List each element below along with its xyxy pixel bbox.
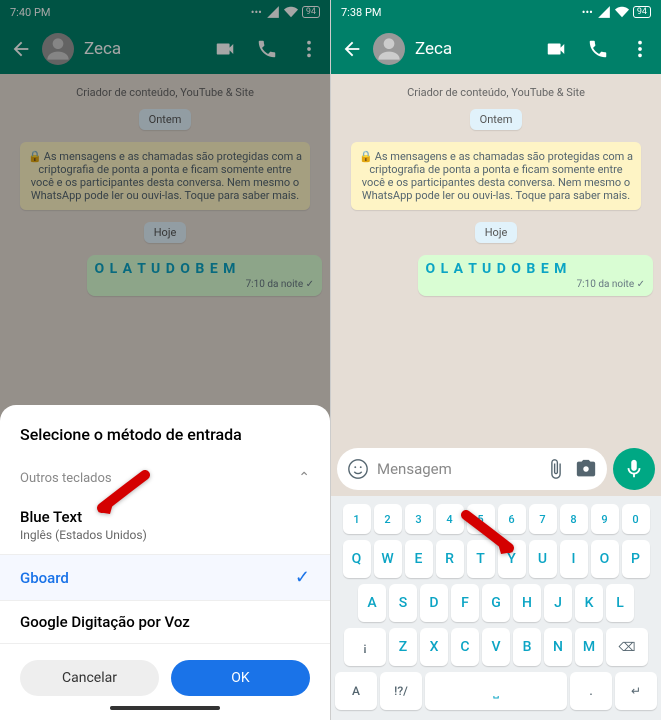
red-arrow-annotation <box>90 470 150 524</box>
sheet-title: Selecione o método de entrada <box>0 425 330 460</box>
keyboard-option-gboard[interactable]: Gboard ✓ <box>0 555 330 601</box>
message-outgoing[interactable]: O L A T U D O B E M 7:10 da noite ✓ <box>418 255 654 296</box>
emoji-icon[interactable] <box>347 458 369 480</box>
key-q[interactable]: Q <box>343 540 371 578</box>
menu-icon[interactable] <box>629 38 651 60</box>
key-l[interactable]: L <box>606 584 634 622</box>
message-time: 7:10 da noite ✓ <box>426 279 646 290</box>
key-p[interactable]: P <box>622 540 650 578</box>
key-space[interactable]: ⎵ <box>425 672 567 710</box>
check-icon: ✓ <box>295 567 310 588</box>
key-9[interactable]: 9 <box>591 504 619 534</box>
key-g[interactable]: G <box>482 584 510 622</box>
statusbar: 7:38 PM ••• 94 <box>331 0 661 24</box>
key-j[interactable]: J <box>544 584 572 622</box>
key-shift[interactable]: ¡ <box>344 628 386 666</box>
key-b[interactable]: B <box>513 628 541 666</box>
message-input[interactable]: Mensagem <box>337 448 607 490</box>
attach-icon[interactable] <box>545 458 567 480</box>
key-m[interactable]: M <box>575 628 603 666</box>
key-o[interactable]: O <box>591 540 619 578</box>
video-call-icon[interactable] <box>545 38 567 60</box>
encryption-notice[interactable]: 🔒As mensagens e as chamadas são protegid… <box>351 142 641 210</box>
key-1[interactable]: 1 <box>343 504 371 534</box>
back-icon[interactable] <box>341 38 363 60</box>
camera-icon[interactable] <box>575 458 597 480</box>
contact-subtitle: Criador de conteúdo, YouTube & Site <box>339 86 653 99</box>
chat-header: Zeca <box>331 24 661 74</box>
sheet-section-header[interactable]: Outros teclados ⌃ <box>0 460 330 496</box>
date-pill: Hoje <box>475 222 518 243</box>
key-v[interactable]: V <box>482 628 510 666</box>
key-z[interactable]: Z <box>389 628 417 666</box>
red-arrow-annotation <box>461 510 521 564</box>
key-i[interactable]: I <box>560 540 588 578</box>
key-x[interactable]: X <box>420 628 448 666</box>
phone-left: 7:40 PM ••• 94 Zeca Criador de conteúdo,… <box>0 0 330 720</box>
key-backspace[interactable]: ⌫ <box>606 628 648 666</box>
contact-name[interactable]: Zeca <box>415 39 535 59</box>
ok-button[interactable]: OK <box>171 660 310 696</box>
key-d[interactable]: D <box>420 584 448 622</box>
key-0[interactable]: 0 <box>622 504 650 534</box>
chat-area: Criador de conteúdo, YouTube & Site Onte… <box>331 74 661 442</box>
voice-call-icon[interactable] <box>587 38 609 60</box>
key-enter[interactable]: ↵ <box>615 672 657 710</box>
home-indicator <box>110 706 220 710</box>
cancel-button[interactable]: Cancelar <box>20 660 159 696</box>
message-input-bar: Mensagem <box>331 442 661 496</box>
key-e[interactable]: E <box>405 540 433 578</box>
placeholder: Mensagem <box>377 460 537 478</box>
status-time: 7:38 PM <box>341 6 381 19</box>
key-3[interactable]: 3 <box>405 504 433 534</box>
keyboard-option-voice[interactable]: Google Digitação por Voz <box>0 601 330 644</box>
key-w[interactable]: W <box>374 540 402 578</box>
key-2[interactable]: 2 <box>374 504 402 534</box>
phone-right: 7:38 PM ••• 94 Zeca Criador de conteúdo,… <box>331 0 661 720</box>
key-f[interactable]: F <box>451 584 479 622</box>
key-r[interactable]: R <box>436 540 464 578</box>
key-period[interactable]: . <box>570 672 612 710</box>
key-symbols[interactable]: !?/ <box>380 672 422 710</box>
message-text: O L A T U D O B E M <box>426 261 646 277</box>
key-s[interactable]: S <box>389 584 417 622</box>
key-n[interactable]: N <box>544 628 572 666</box>
status-icons: ••• 94 <box>582 5 651 19</box>
key-k[interactable]: K <box>575 584 603 622</box>
key-c[interactable]: C <box>451 628 479 666</box>
chevron-up-icon: ⌃ <box>298 470 310 486</box>
key-8[interactable]: 8 <box>560 504 588 534</box>
key-a[interactable]: A <box>358 584 386 622</box>
key-u[interactable]: U <box>529 540 557 578</box>
avatar[interactable] <box>373 33 405 65</box>
input-method-sheet: Selecione o método de entrada Outros tec… <box>0 405 330 720</box>
date-pill: Ontem <box>470 109 523 130</box>
keyboard-option-blue-text[interactable]: Blue Text Inglês (Estados Unidos) <box>0 496 330 555</box>
key-4[interactable]: 4 <box>436 504 464 534</box>
mic-button[interactable] <box>613 448 655 490</box>
key-h[interactable]: H <box>513 584 541 622</box>
key-lang[interactable]: A <box>335 672 377 710</box>
key-7[interactable]: 7 <box>529 504 557 534</box>
